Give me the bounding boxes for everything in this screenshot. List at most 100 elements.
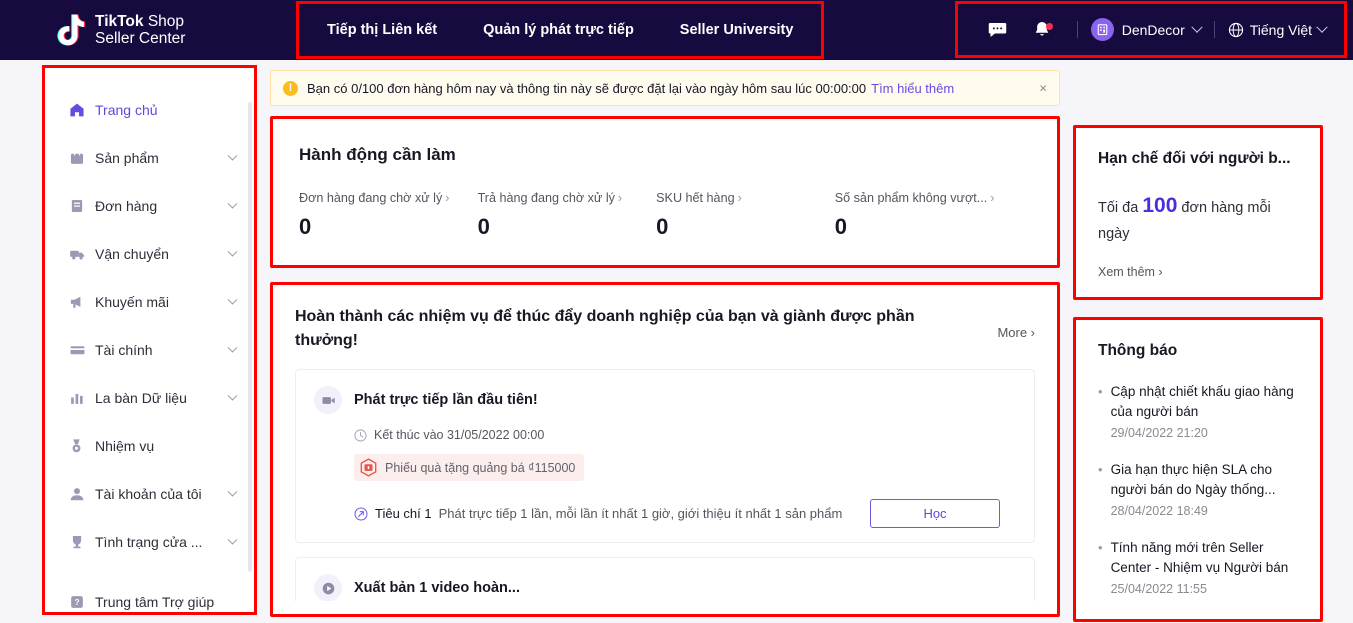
task-name: Phát trực tiếp lần đầu tiên! — [354, 392, 538, 408]
promotion-megaphone-icon — [69, 294, 95, 310]
list-item[interactable]: • Tính năng mới trên Seller Center - Nhi… — [1098, 538, 1298, 596]
metric-out-of-stock-sku[interactable]: SKU hết hàng › 0 — [656, 191, 835, 240]
limit-prefix: Tối đa — [1098, 200, 1139, 216]
sidebar-nav: Trang chủ Sản phẩm Đơn hàng Vận chuyển K… — [45, 90, 254, 612]
product-bag-icon — [69, 150, 95, 166]
seller-limit-card: Hạn chế đối với người b... Tối đa 100 đơ… — [1073, 125, 1323, 300]
task-header: Xuất bản 1 video hoàn... — [314, 574, 1016, 601]
tasks-card: Hoàn thành các nhiệm vụ để thúc đẩy doan… — [270, 282, 1060, 617]
warning-icon: ! — [283, 80, 298, 96]
clock-icon — [354, 428, 367, 442]
notification-title[interactable]: Cập nhật chiết khấu giao hàng của người … — [1111, 382, 1298, 421]
limit-number: 100 — [1142, 194, 1178, 217]
sidebar-item-nhiem-vu[interactable]: Nhiệm vụ — [61, 426, 248, 466]
chevron-down-icon — [227, 342, 238, 353]
see-more-link[interactable]: Xem thêm › — [1098, 265, 1298, 279]
sidebar-item-trung-tam-tro-giup[interactable]: ? Trung tâm Trợ giúp — [61, 582, 248, 612]
right-rail: Hạn chế đối với người b... Tối đa 100 đơ… — [1073, 60, 1323, 623]
sidebar-item-tinh-trang-cua-hang[interactable]: Tình trạng cửa ... — [61, 522, 248, 562]
sidebar-item-san-pham[interactable]: Sản phẩm — [61, 138, 248, 178]
help-question-icon: ? — [69, 594, 95, 610]
bell-icon[interactable] — [1020, 20, 1064, 39]
task-deadline-row: Kết thúc vào 31/05/2022 00:00 — [354, 428, 1016, 442]
sidebar-scrollbar[interactable] — [248, 102, 252, 572]
notification-dot — [1045, 23, 1053, 30]
tiktok-note-icon — [56, 13, 86, 47]
sidebar-item-trang-chu[interactable]: Trang chủ — [61, 90, 248, 130]
mission-medal-icon — [69, 438, 95, 454]
chevron-right-icon: › — [445, 191, 450, 205]
sidebar-item-la-ban-du-lieu[interactable]: La bàn Dữ liệu — [61, 378, 248, 418]
notification-title[interactable]: Gia hạn thực hiện SLA cho người bán do N… — [1111, 460, 1298, 499]
page-body: Trang chủ Sản phẩm Đơn hàng Vận chuyển K… — [0, 60, 1353, 623]
data-chart-icon — [69, 390, 95, 406]
chevron-down-icon — [227, 534, 238, 545]
chevron-down-icon — [227, 486, 238, 497]
chevron-down-icon — [227, 198, 238, 209]
order-limit-banner: ! Bạn có 0/100 đơn hàng hôm nay và thông… — [270, 70, 1060, 106]
header-actions: DenDecor Tiếng Việt — [954, 1, 1347, 58]
top-navigation: Tiếp thị Liên kết Quản lý phát trực tiếp… — [296, 1, 825, 59]
sidebar-item-don-hang[interactable]: Đơn hàng — [61, 186, 248, 226]
divider — [1213, 21, 1215, 38]
actions-card: Hành động cần làm Đơn hàng đang chờ xử l… — [270, 116, 1060, 268]
notification-title[interactable]: Tính năng mới trên Seller Center - Nhiệm… — [1111, 538, 1298, 577]
finance-card-icon — [69, 342, 95, 358]
brand-seller-center: Seller Center — [95, 30, 186, 47]
sidebar-item-tai-khoan-cua-toi[interactable]: Tài khoản của tôi — [61, 474, 248, 514]
sidebar-item-khuyen-mai[interactable]: Khuyến mãi — [61, 282, 248, 322]
chevron-right-icon: › — [990, 191, 995, 205]
notification-time: 25/04/2022 11:55 — [1110, 582, 1207, 597]
metric-value: 0 — [299, 214, 312, 239]
tasks-header: Hoàn thành các nhiệm vụ để thúc đẩy doan… — [295, 305, 1035, 353]
metric-value: 0 — [477, 214, 490, 239]
message-icon[interactable] — [976, 20, 1020, 39]
task-criteria-label: Tiêu chí 1 — [375, 506, 432, 521]
banner-learn-more-link[interactable]: Tìm hiểu thêm — [871, 81, 954, 96]
sidebar-label: Tài khoản của tôi — [95, 486, 202, 502]
nav-item-livestream[interactable]: Quản lý phát trực tiếp — [483, 22, 634, 38]
metric-pending-orders[interactable]: Đơn hàng đang chờ xử lý › 0 — [299, 191, 478, 240]
sidebar-divider-space — [61, 570, 248, 582]
language-selector[interactable]: Tiếng Việt — [1228, 21, 1328, 38]
metric-products-not-passing[interactable]: Số sản phẩm không vượt... › 0 — [835, 191, 1031, 240]
video-publish-icon — [314, 574, 342, 601]
list-item[interactable]: • Gia hạn thực hiện SLA cho người bán do… — [1098, 460, 1298, 518]
sidebar-label: Vận chuyển — [95, 246, 169, 262]
tasks-card-title: Hoàn thành các nhiệm vụ để thúc đẩy doan… — [295, 308, 915, 349]
sidebar-item-tai-chinh[interactable]: Tài chính — [61, 330, 248, 370]
nav-item-affiliate[interactable]: Tiếp thị Liên kết — [327, 22, 437, 38]
task-deadline: Kết thúc vào 31/05/2022 00:00 — [374, 428, 545, 442]
nav-item-seller-university[interactable]: Seller University — [680, 22, 794, 38]
task-header: Phát trực tiếp lần đầu tiên! — [314, 386, 1016, 414]
actions-metrics: Đơn hàng đang chờ xử lý › 0 Trả hàng đang… — [299, 191, 1031, 240]
shipping-truck-icon — [69, 246, 95, 262]
home-icon — [69, 102, 95, 118]
sidebar-item-van-chuyen[interactable]: Vận chuyển — [61, 234, 248, 274]
close-icon[interactable]: × — [1039, 82, 1047, 95]
bullet-icon: • — [1098, 462, 1103, 478]
shop-account-menu[interactable]: DenDecor — [1090, 18, 1203, 41]
svg-text:?: ? — [74, 597, 79, 607]
notifications-card: Thông báo • Cập nhật chiết khấu giao hàn… — [1073, 317, 1323, 622]
sidebar-label: Tài chính — [95, 342, 153, 358]
sidebar-label: Trang chủ — [95, 102, 158, 118]
chevron-down-icon — [227, 150, 238, 161]
brand-logo[interactable]: TikTok Shop Seller Center — [0, 13, 270, 48]
chevron-down-icon — [227, 294, 238, 305]
sidebar-label: Đơn hàng — [95, 198, 158, 214]
learn-button[interactable]: Học — [870, 499, 1000, 528]
notification-time: 28/04/2022 18:49 — [1110, 504, 1208, 519]
tasks-more-link[interactable]: More › — [997, 305, 1035, 340]
sidebar-label: Trung tâm Trợ giúp — [95, 594, 215, 610]
sidebar-label: Sản phẩm — [95, 150, 159, 166]
top-header: TikTok Shop Seller Center Tiếp thị Liên … — [0, 0, 1353, 60]
chevron-down-icon — [227, 246, 238, 257]
chevron-right-icon: › — [617, 191, 623, 205]
main-content: ! Bạn có 0/100 đơn hàng hôm nay và thông… — [270, 60, 1060, 623]
divider — [1076, 21, 1078, 38]
globe-icon — [1228, 22, 1243, 37]
bullet-icon: • — [1098, 384, 1103, 399]
list-item[interactable]: • Cập nhật chiết khấu giao hàng của ngườ… — [1098, 382, 1298, 440]
metric-pending-returns[interactable]: Trả hàng đang chờ xử lý › 0 — [478, 191, 657, 240]
